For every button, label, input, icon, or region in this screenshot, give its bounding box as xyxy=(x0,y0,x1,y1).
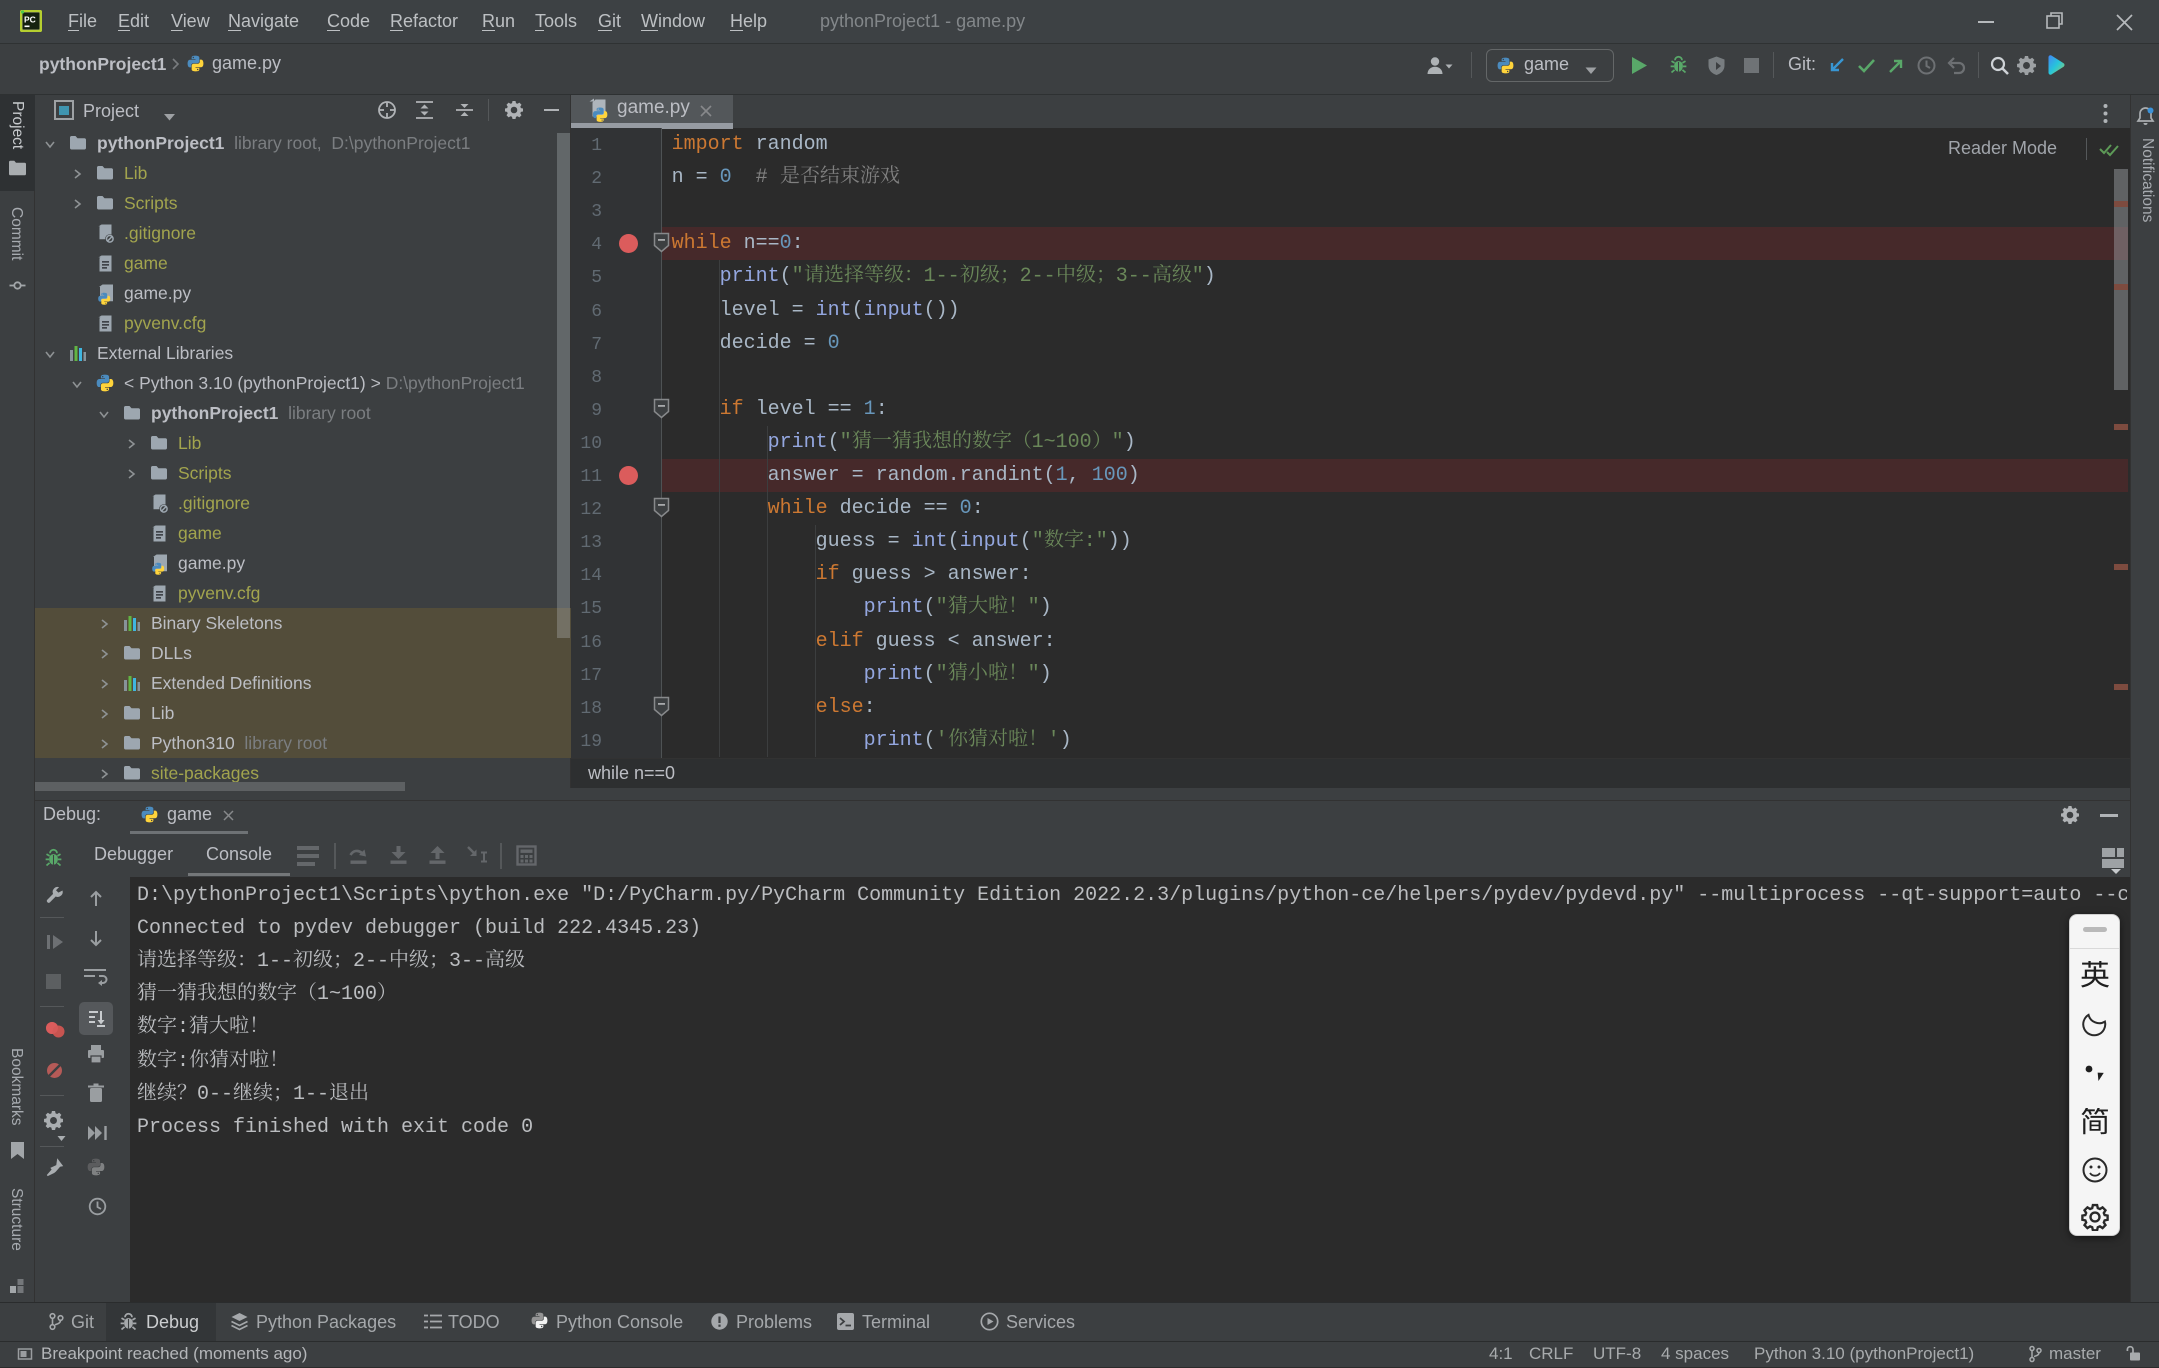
svg-text:PC: PC xyxy=(24,15,36,25)
